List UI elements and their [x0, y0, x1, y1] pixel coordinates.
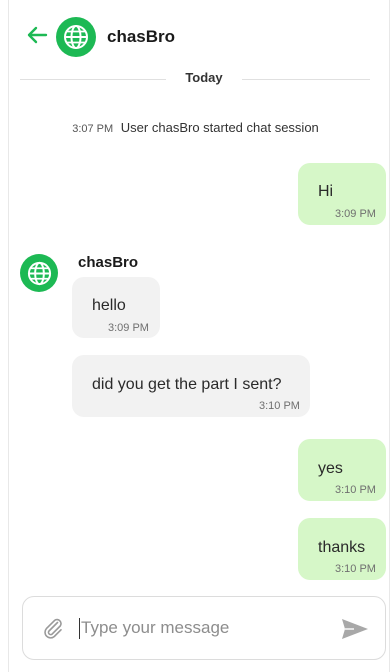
text-caret	[79, 618, 80, 639]
divider-line-right	[242, 79, 370, 80]
globe-icon	[64, 25, 88, 49]
message-text: yes	[318, 460, 343, 477]
contact-name: chasBro	[107, 27, 176, 46]
message-time: 3:09 PM	[335, 208, 376, 220]
globe-icon	[27, 261, 51, 285]
system-message-time: 3:07 PM	[72, 123, 114, 135]
contact-avatar[interactable]	[56, 17, 96, 57]
sender-name: chasBro	[78, 254, 139, 271]
message-text: hello	[92, 297, 126, 314]
chat-header: chasBro	[0, 0, 391, 72]
message-composer	[22, 596, 386, 660]
right-frame-border	[389, 0, 390, 672]
date-divider: Today	[20, 70, 370, 88]
incoming-message: did you get the part I sent? 3:10 PM	[72, 355, 310, 417]
message-time: 3:09 PM	[108, 322, 149, 334]
message-text: thanks	[318, 539, 366, 556]
paperclip-icon[interactable]	[41, 616, 65, 640]
system-message: 3:07 PM User chasBro started chat sessio…	[0, 120, 391, 135]
incoming-message: hello 3:09 PM	[72, 277, 160, 338]
message-time: 3:10 PM	[335, 484, 376, 496]
date-divider-label: Today	[185, 70, 223, 85]
message-text: did you get the part I sent?	[92, 376, 282, 393]
outgoing-message: yes 3:10 PM	[298, 439, 386, 501]
outgoing-message: thanks 3:10 PM	[298, 518, 386, 580]
message-time: 3:10 PM	[335, 563, 376, 575]
outgoing-message: Hi 3:09 PM	[298, 163, 386, 225]
message-time: 3:10 PM	[259, 400, 300, 412]
message-input[interactable]	[81, 613, 321, 643]
send-icon[interactable]	[340, 616, 372, 642]
sender-avatar[interactable]	[20, 254, 58, 292]
back-arrow-icon[interactable]	[24, 22, 50, 48]
system-message-text: User chasBro started chat session	[120, 120, 319, 135]
left-frame-border	[8, 0, 9, 672]
message-text: Hi	[318, 183, 334, 200]
